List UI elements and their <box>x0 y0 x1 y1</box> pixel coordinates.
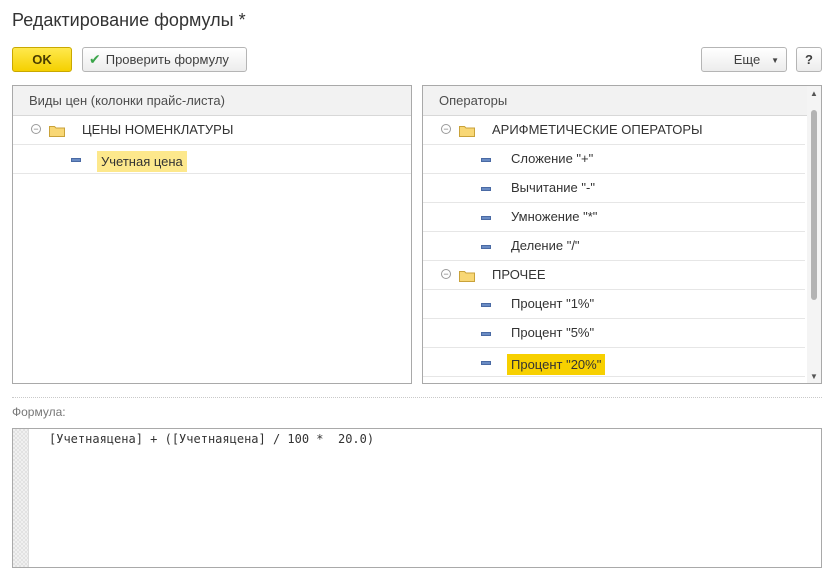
item-icon <box>71 158 81 162</box>
tree-group-row[interactable]: − ЦЕНЫ НОМЕНКЛАТУРЫ <box>13 116 411 145</box>
operators-panel: Операторы − АРИФМЕТИЧЕСКИЕ ОПЕРАТОРЫ Сло… <box>422 85 822 384</box>
price-types-header: Виды цен (колонки прайс-листа) <box>13 86 411 116</box>
tree-item-label: Процент "20%" <box>507 354 606 375</box>
tree-item-label: Сложение "+" <box>511 151 594 166</box>
tree-group-label: ЦЕНЫ НОМЕНКЛАТУРЫ <box>82 122 234 137</box>
check-formula-button[interactable]: ✔ Проверить формулу <box>82 47 247 72</box>
item-icon <box>481 216 491 220</box>
help-button[interactable]: ? <box>796 47 822 72</box>
tree-item-row[interactable]: Учетная цена <box>13 145 411 174</box>
tree-item-label: Вычитание "-" <box>511 180 595 195</box>
tree-item-label: Умножение "*" <box>511 209 598 224</box>
help-button-label: ? <box>805 52 813 67</box>
folder-icon <box>459 126 475 137</box>
item-icon <box>481 187 491 191</box>
tree-group-label: АРИФМЕТИЧЕСКИЕ ОПЕРАТОРЫ <box>492 122 703 137</box>
ok-button[interactable]: OK <box>12 47 72 72</box>
section-divider <box>12 397 822 398</box>
tree-item-row[interactable]: Сложение "+" <box>423 145 805 174</box>
tree-item-row[interactable]: Умножение "*" <box>423 203 805 232</box>
tree-item-label: Учетная цена <box>97 151 187 172</box>
scroll-down-icon[interactable]: ▼ <box>810 372 818 381</box>
formula-label: Формула: <box>12 405 66 419</box>
tree-item-row[interactable]: Процент "5%" <box>423 319 805 348</box>
formula-text[interactable]: [Учетнаяцена] + ([Учетнаяцена] / 100 * 2… <box>49 432 374 446</box>
tree-item-label: Процент "5%" <box>511 325 595 340</box>
tree-item-row-selected[interactable]: Процент "20%" <box>423 348 805 377</box>
tree-item-row[interactable]: Процент "1%" <box>423 290 805 319</box>
tree-item-label: Деление "/" <box>511 238 580 253</box>
item-icon <box>481 158 491 162</box>
vertical-scrollbar[interactable]: ▲ ▼ <box>807 86 821 383</box>
folder-icon <box>49 126 65 137</box>
item-icon <box>481 245 491 249</box>
caret-down-icon: ▼ <box>771 56 779 65</box>
price-types-panel: Виды цен (колонки прайс-листа) − ЦЕНЫ НО… <box>12 85 412 384</box>
ok-button-label: OK <box>32 52 52 67</box>
formula-editor[interactable]: [Учетнаяцена] + ([Учетнаяцена] / 100 * 2… <box>12 428 822 568</box>
tree-group-row[interactable]: − ПРОЧЕЕ <box>423 261 805 290</box>
scroll-up-icon[interactable]: ▲ <box>810 89 818 98</box>
editor-gutter <box>13 429 29 567</box>
operators-header: Операторы <box>423 86 821 116</box>
tree-item-label: Процент "1%" <box>511 296 595 311</box>
check-formula-label: Проверить формулу <box>105 52 229 67</box>
more-menu-button[interactable]: Еще ▼ <box>701 47 787 72</box>
collapse-icon[interactable]: − <box>441 269 451 279</box>
checkmark-icon: ✔ <box>89 51 101 67</box>
tree-item-row[interactable]: Деление "/" <box>423 232 805 261</box>
item-icon <box>481 332 491 336</box>
page-title: Редактирование формулы * <box>12 10 246 30</box>
item-icon <box>481 303 491 307</box>
collapse-icon[interactable]: − <box>441 124 451 134</box>
item-icon <box>481 361 491 365</box>
collapse-icon[interactable]: − <box>31 124 41 134</box>
tree-group-row[interactable]: − АРИФМЕТИЧЕСКИЕ ОПЕРАТОРЫ <box>423 116 805 145</box>
folder-icon <box>459 271 475 282</box>
scrollbar-thumb[interactable] <box>811 110 817 300</box>
more-menu-label: Еще <box>733 52 761 67</box>
tree-item-row[interactable]: Вычитание "-" <box>423 174 805 203</box>
tree-group-label: ПРОЧЕЕ <box>492 267 546 282</box>
